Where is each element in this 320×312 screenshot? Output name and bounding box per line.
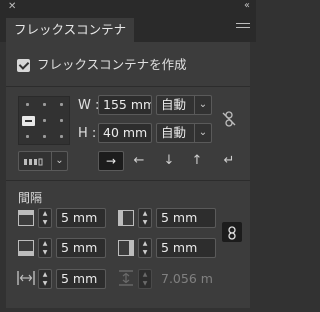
align-dot[interactable] [60, 135, 63, 138]
unlink-aspect-icon[interactable] [222, 111, 236, 127]
padding-top-stepper[interactable]: ▲ ▼ [38, 208, 52, 228]
columns-icon [24, 158, 43, 165]
direction-column-button[interactable]: ↓ [158, 153, 180, 169]
padding-top-input[interactable]: 5 mm [56, 208, 106, 228]
chevron-down-icon[interactable]: ⌄ [51, 152, 67, 170]
padding-left-stepper[interactable]: ▲ ▼ [138, 208, 152, 228]
gap-horizontal-icon [17, 271, 35, 285]
direction-row-reverse-button[interactable]: ← [128, 153, 150, 169]
chain-icon [228, 225, 236, 240]
panel-menu-icon[interactable] [236, 23, 250, 33]
gap-alt-input: 7.056 m [161, 271, 213, 286]
align-dot[interactable] [60, 119, 63, 122]
divider [6, 86, 250, 87]
width-mode-select[interactable]: 自動 ⌄ [156, 95, 212, 115]
width-input[interactable]: 155 mm [98, 95, 152, 115]
gap-input[interactable]: 5 mm [56, 269, 106, 289]
padding-bottom-stepper[interactable]: ▲ ▼ [38, 238, 52, 258]
link-padding-icon[interactable] [222, 222, 242, 242]
wrap-icon[interactable]: ↵ [218, 153, 240, 169]
direction-row-button[interactable]: → [98, 151, 124, 171]
tab-bar: フレックスコンテナ [0, 14, 256, 42]
alignment-grid[interactable] [18, 96, 70, 145]
gap-vertical-icon [119, 270, 133, 286]
divider [6, 180, 250, 181]
chevron-down-icon[interactable]: ⌄ [194, 96, 211, 114]
gap-stepper[interactable]: ▲ ▼ [38, 269, 52, 289]
width-mode-value: 自動 [161, 97, 187, 112]
create-flex-container-label: フレックスコンテナを作成 [37, 57, 187, 72]
close-icon[interactable]: ✕ [8, 1, 16, 13]
direction-column-reverse-button[interactable]: ↑ [186, 153, 208, 169]
chevron-down-icon[interactable]: ⌄ [194, 124, 211, 142]
spacing-section-title: 間隔 [18, 191, 43, 205]
width-label: W : [78, 98, 100, 113]
collapse-icon[interactable]: ‹‹ [244, 0, 250, 12]
align-dot[interactable] [60, 103, 63, 106]
create-flex-container-checkbox[interactable] [17, 59, 30, 72]
align-dot[interactable] [43, 103, 46, 106]
padding-left-icon [118, 210, 134, 226]
height-mode-value: 自動 [161, 125, 187, 140]
padding-bottom-icon [18, 240, 34, 256]
height-input[interactable]: 40 mm [98, 123, 152, 143]
align-dot[interactable] [43, 119, 46, 122]
height-label: H : [78, 126, 97, 141]
padding-right-stepper[interactable]: ▲ ▼ [138, 238, 152, 258]
padding-bottom-input[interactable]: 5 mm [56, 238, 106, 258]
align-dot[interactable] [26, 103, 29, 106]
padding-top-icon [18, 210, 34, 226]
tab-flex-container[interactable]: フレックスコンテナ [6, 18, 134, 42]
align-dot[interactable] [26, 135, 29, 138]
wrap-mode-select[interactable]: ⌄ [18, 151, 68, 171]
padding-left-input[interactable]: 5 mm [156, 208, 216, 228]
align-dot[interactable] [43, 135, 46, 138]
padding-right-icon [118, 240, 134, 256]
height-mode-select[interactable]: 自動 ⌄ [156, 123, 212, 143]
padding-right-input[interactable]: 5 mm [156, 238, 216, 258]
align-selected-icon[interactable] [22, 116, 35, 126]
panel-titlebar: ✕ ‹‹ [0, 0, 256, 14]
gap-alt-stepper: ▲ ▼ [138, 269, 152, 289]
flex-container-panel: フレックスコンテナを作成 W : 155 mm 自動 ⌄ H : 40 mm 自… [6, 42, 250, 308]
